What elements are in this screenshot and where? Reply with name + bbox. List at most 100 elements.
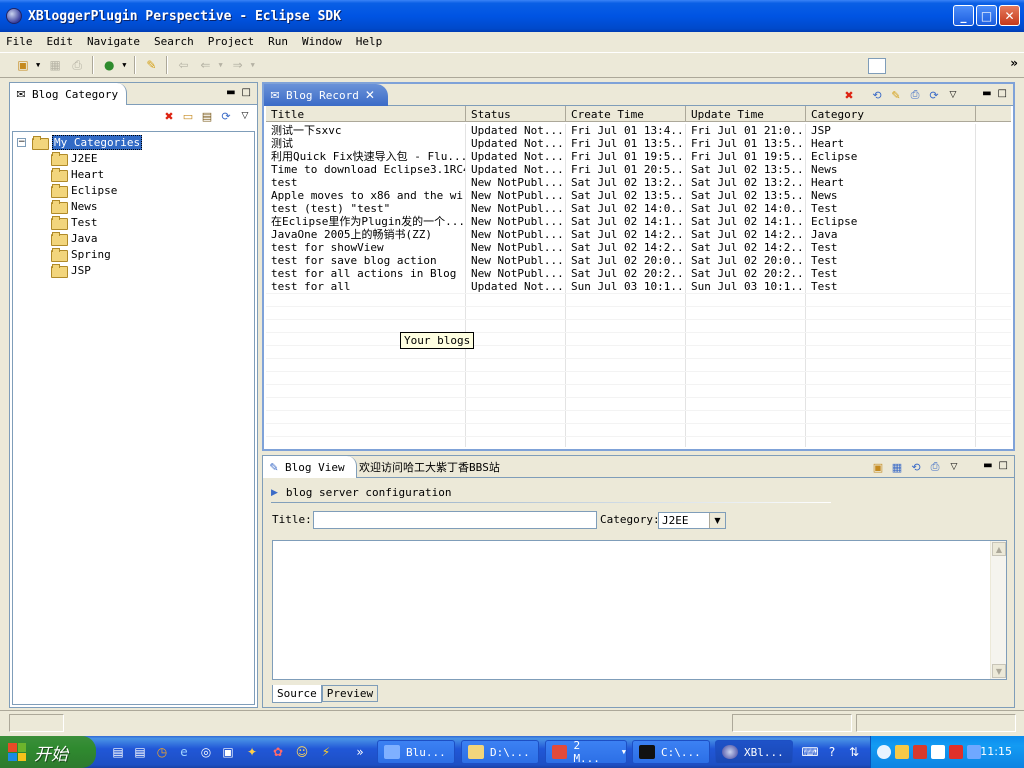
scroll-down-icon[interactable]: ▼ <box>992 664 1006 678</box>
task-button[interactable]: D:\... <box>461 740 539 764</box>
close-tab-icon[interactable]: ✕ <box>365 88 375 102</box>
category-select[interactable]: J2EE ▼ <box>658 512 726 529</box>
refresh-blog-icon[interactable]: ⟲ <box>908 459 924 475</box>
menu-edit[interactable]: Edit <box>47 35 74 48</box>
minimize-view-icon[interactable]: ▬ <box>226 87 235 98</box>
quick-launch-icon[interactable]: ⚡ <box>318 744 334 760</box>
ie-icon[interactable]: e <box>176 744 192 760</box>
print-record-icon[interactable]: ⎙ <box>907 87 923 103</box>
col-category[interactable]: Category <box>806 106 976 122</box>
tab-blog-category[interactable]: ✉ Blog Category <box>10 83 128 105</box>
table-row[interactable]: test for all Updated Not... Sun Jul 03 10:… <box>266 280 1011 293</box>
forward-icon[interactable]: ⇒ <box>229 56 247 74</box>
start-button[interactable]: 开始 <box>0 736 96 768</box>
quick-launch-icon[interactable]: ▣ <box>220 744 236 760</box>
server-config-section[interactable]: ▶ blog server configuration <box>271 486 452 499</box>
publish-record-icon[interactable]: ✎ <box>888 87 904 103</box>
tray-expand-icon[interactable] <box>877 745 891 759</box>
tree-item-jsp[interactable]: JSP <box>51 262 91 278</box>
sync-icon[interactable]: ⟳ <box>218 108 234 124</box>
view-menu-icon[interactable]: ▽ <box>946 459 962 475</box>
menu-project[interactable]: Project <box>208 35 254 48</box>
tab-bbs[interactable]: 欢迎访问哈工大紫丁香BBS站 <box>355 456 508 478</box>
table-row[interactable]: 在Eclipse里作为Plugin发的一个... New NotPubl... Sa… <box>266 215 1011 228</box>
table-row[interactable]: test for save blog action New NotPubl... S… <box>266 254 1011 267</box>
table-row[interactable]: Apple moves to x86 and the wi... New NotP… <box>266 189 1011 202</box>
task-button[interactable]: XBl... <box>715 740 793 764</box>
minimize-view-icon[interactable]: ▬ <box>983 460 992 471</box>
sync-record-icon[interactable]: ⟳ <box>926 87 942 103</box>
view-menu-icon[interactable]: ▽ <box>237 108 253 124</box>
quick-launch-icon[interactable]: ▤ <box>132 744 148 760</box>
toolbar-overflow-icon[interactable]: » <box>1010 56 1018 70</box>
keyboard-icon[interactable]: ⌨ <box>801 744 818 760</box>
task-button[interactable]: 2 M... ▼ <box>545 739 627 765</box>
maximize-view-icon[interactable]: □ <box>998 88 1007 99</box>
table-row[interactable]: test for showView New NotPubl... Sat Jul 0… <box>266 241 1011 254</box>
tab-source[interactable]: Source <box>272 685 322 703</box>
forward-dropdown-icon[interactable]: ▼ <box>251 61 255 69</box>
table-row[interactable]: test for all actions in Blog ... New NotP… <box>266 267 1011 280</box>
tree-item-java[interactable]: Java <box>51 230 98 246</box>
table-row[interactable]: test (test) "test" New NotPubl... Sat Jul … <box>266 202 1011 215</box>
menu-navigate[interactable]: Navigate <box>87 35 140 48</box>
print-icon[interactable]: ⎙ <box>68 56 86 74</box>
network-icon[interactable] <box>967 745 981 759</box>
refresh-records-icon[interactable]: ⟲ <box>869 87 885 103</box>
quick-launch-icon[interactable]: ◎ <box>198 744 214 760</box>
tray-icon[interactable] <box>949 745 963 759</box>
new-category-icon[interactable]: ▭ <box>180 108 196 124</box>
tree-item-heart[interactable]: Heart <box>51 166 104 182</box>
vertical-scrollbar[interactable]: ▲ ▼ <box>990 541 1006 679</box>
tab-blog-view[interactable]: ✎ Blog View <box>263 456 357 478</box>
table-row[interactable]: Time to download Eclipse3.1RC4 Updated No… <box>266 163 1011 176</box>
back-icon[interactable]: ⇐ <box>196 56 214 74</box>
chevron-down-icon[interactable]: ▼ <box>709 513 725 528</box>
maximize-button[interactable]: □ <box>976 5 997 26</box>
language-icon[interactable]: ⇅ <box>846 744 862 760</box>
quick-launch-icon[interactable]: ▤ <box>110 744 126 760</box>
menu-file[interactable]: File <box>6 35 33 48</box>
tree-item-test[interactable]: Test <box>51 214 98 230</box>
collapse-icon[interactable]: − <box>17 137 26 147</box>
tree-item-spring[interactable]: Spring <box>51 246 111 262</box>
maximize-view-icon[interactable]: □ <box>242 87 251 98</box>
scroll-up-icon[interactable]: ▲ <box>992 542 1006 556</box>
task-button[interactable]: C:\... <box>632 740 710 764</box>
tray-icon[interactable] <box>895 745 909 759</box>
run-dropdown-icon[interactable]: ▼ <box>122 61 126 69</box>
table-row[interactable]: 测试一下sxvc Updated Not... Fri Jul 01 13:4...… <box>266 124 1011 137</box>
tree-item-news[interactable]: News <box>51 198 98 214</box>
maximize-view-icon[interactable]: □ <box>999 460 1008 471</box>
table-row[interactable]: test New NotPubl... Sat Jul 02 13:2... Sat … <box>266 176 1011 189</box>
minimize-view-icon[interactable]: ▬ <box>982 88 991 99</box>
tree-item-j2ee[interactable]: J2EE <box>51 150 98 166</box>
menu-help[interactable]: Help <box>356 35 383 48</box>
tab-blog-record[interactable]: ✉ Blog Record ✕ <box>264 84 388 106</box>
help-icon[interactable]: ? <box>824 744 840 760</box>
new-blog-icon[interactable]: ▣ <box>870 459 886 475</box>
delete-category-icon[interactable]: ✖ <box>161 108 177 124</box>
save-blog-icon[interactable]: ▦ <box>889 459 905 475</box>
col-status[interactable]: Status <box>466 106 566 122</box>
quick-launch-icon[interactable]: ◷ <box>154 744 170 760</box>
task-button[interactable]: Blu... <box>377 740 455 764</box>
save-icon[interactable]: ▦ <box>46 56 64 74</box>
table-row[interactable]: 利用Quick Fix快速导入包 - Flu... Updated Not... F… <box>266 150 1011 163</box>
quick-launch-icon[interactable]: ☺ <box>294 744 310 760</box>
new-dropdown-icon[interactable]: ▼ <box>36 61 40 69</box>
close-button[interactable]: ✕ <box>999 5 1020 26</box>
menu-search[interactable]: Search <box>154 35 194 48</box>
quick-launch-overflow-icon[interactable]: » <box>354 744 366 760</box>
table-row[interactable]: JavaOne 2005上的畅销书(ZZ) New NotPubl... Sat J… <box>266 228 1011 241</box>
tree-root[interactable]: − My Categories <box>17 134 143 150</box>
last-edit-icon[interactable]: ⇦ <box>174 56 192 74</box>
refresh-categories-icon[interactable]: ▤ <box>199 108 215 124</box>
new-icon[interactable]: ▣ <box>14 56 32 74</box>
view-menu-icon[interactable]: ▽ <box>945 87 961 103</box>
tray-icon[interactable] <box>913 745 927 759</box>
col-create-time[interactable]: Create Time <box>566 106 686 122</box>
quick-launch-icon[interactable]: ✿ <box>270 744 286 760</box>
back-dropdown-icon[interactable]: ▼ <box>218 61 222 69</box>
minimize-button[interactable]: _ <box>953 5 974 26</box>
